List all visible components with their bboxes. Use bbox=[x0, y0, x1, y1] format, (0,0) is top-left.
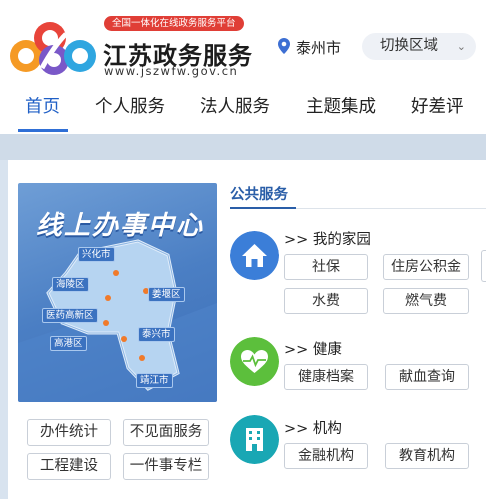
service-housing-fund[interactable]: 住房公积金 bbox=[383, 254, 469, 280]
current-city: 泰州市 bbox=[296, 39, 342, 57]
tile-engineering[interactable]: 工程建设 bbox=[27, 453, 111, 480]
service-blood-donation[interactable]: 献血查询 bbox=[385, 364, 469, 390]
carousel-next-edge[interactable] bbox=[481, 250, 486, 282]
nav-item-corporate[interactable]: 法人服务 bbox=[200, 93, 270, 118]
public-services-title[interactable]: 公共服务 bbox=[230, 183, 288, 204]
service-financial-institutions[interactable]: 金融机构 bbox=[284, 443, 368, 469]
category-label-home[interactable]: >> 我的家园 bbox=[284, 228, 371, 249]
service-education-institutions[interactable]: 教育机构 bbox=[385, 443, 469, 469]
district-label[interactable]: 兴化市 bbox=[78, 247, 115, 262]
category-label-institution[interactable]: >> 机构 bbox=[284, 417, 342, 438]
tile-contactless-service[interactable]: 不见面服务 bbox=[123, 419, 209, 446]
building-icon[interactable] bbox=[230, 415, 279, 464]
heart-pulse-icon[interactable] bbox=[230, 337, 279, 386]
service-health-records[interactable]: 健康档案 bbox=[284, 364, 368, 390]
service-water-bill[interactable]: 水费 bbox=[284, 288, 368, 314]
category-label-health[interactable]: >> 健康 bbox=[284, 338, 342, 359]
banner-title: 线上办事中心 bbox=[36, 211, 205, 241]
chevron-down-icon: ⌄ bbox=[456, 40, 466, 53]
service-social-security[interactable]: 社保 bbox=[284, 254, 368, 280]
switch-region-button[interactable]: 切换区域 ⌄ bbox=[362, 33, 476, 60]
main-nav: 首页 个人服务 法人服务 主题集成 好差评 bbox=[0, 88, 486, 134]
district-label[interactable]: 高港区 bbox=[50, 336, 87, 351]
site-header: 全国一体化在线政务服务平台 江苏政务服务 www.jszwfw.gov.cn 泰… bbox=[0, 0, 486, 88]
nav-item-evaluation[interactable]: 好差评 bbox=[411, 93, 464, 118]
switch-region-label: 切换区域 bbox=[380, 38, 438, 54]
nav-item-home[interactable]: 首页 bbox=[25, 93, 60, 118]
content-top-band bbox=[0, 134, 486, 160]
district-label[interactable]: 姜堰区 bbox=[148, 287, 185, 302]
jiangsu-logo-icon[interactable] bbox=[6, 16, 102, 78]
tile-case-statistics[interactable]: 办件统计 bbox=[27, 419, 111, 446]
tile-one-thing-column[interactable]: 一件事专栏 bbox=[123, 453, 209, 480]
district-label[interactable]: 泰兴市 bbox=[138, 327, 175, 342]
online-service-center-banner[interactable]: 线上办事中心 兴化市 海陵区 医药高新区 姜堰区 高港区 泰兴市 靖江市 bbox=[18, 183, 217, 402]
nav-item-personal[interactable]: 个人服务 bbox=[95, 93, 165, 118]
nav-active-indicator bbox=[18, 129, 68, 132]
service-gas-bill[interactable]: 燃气费 bbox=[383, 288, 469, 314]
location-pin-icon bbox=[278, 38, 290, 54]
district-label[interactable]: 海陵区 bbox=[52, 277, 89, 292]
district-label[interactable]: 靖江市 bbox=[136, 373, 173, 388]
site-url: www.jszwfw.gov.cn bbox=[104, 64, 239, 78]
section-title-underline bbox=[230, 207, 296, 209]
platform-slogan: 全国一体化在线政务服务平台 bbox=[104, 16, 244, 31]
nav-item-topics[interactable]: 主题集成 bbox=[306, 93, 376, 118]
district-label[interactable]: 医药高新区 bbox=[42, 308, 98, 323]
home-icon[interactable] bbox=[230, 231, 279, 280]
